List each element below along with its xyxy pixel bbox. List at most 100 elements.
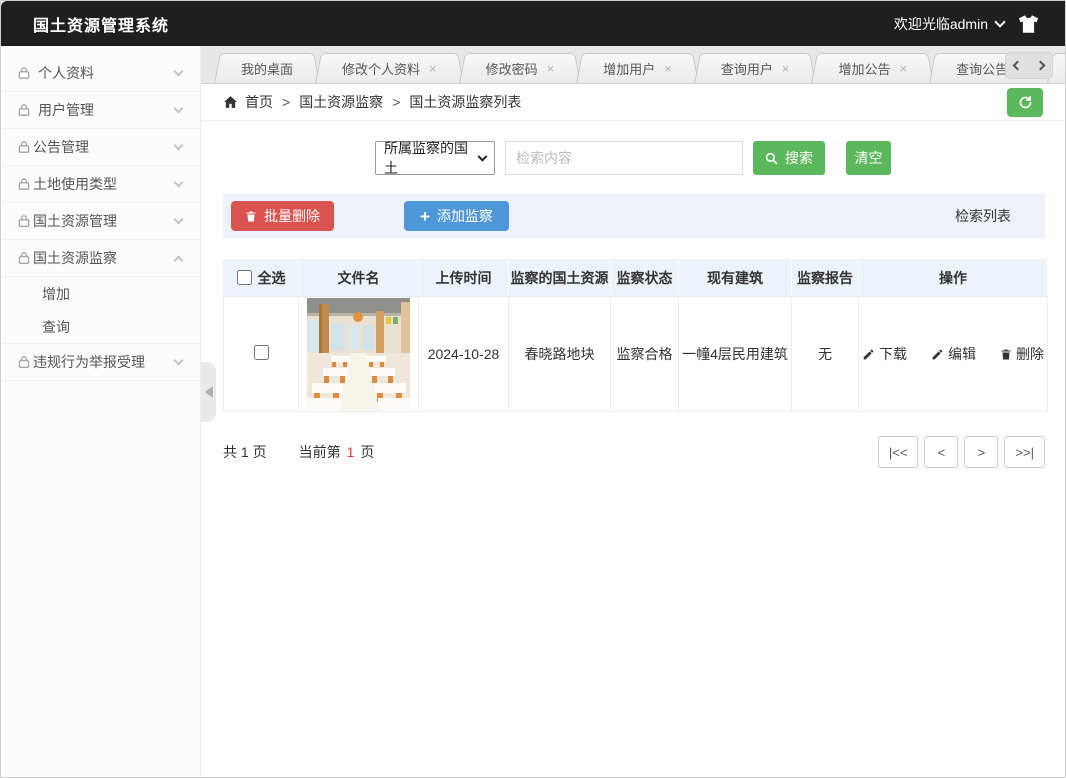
refresh-button[interactable]	[1007, 88, 1043, 117]
sidebar-item-label: 土地使用类型	[33, 174, 117, 194]
close-icon[interactable]: ×	[664, 62, 672, 75]
chevron-down-icon	[174, 214, 184, 224]
tab-scroll-right-icon[interactable]	[1036, 61, 1046, 71]
last-page-button[interactable]: >>|	[1004, 436, 1045, 468]
top-header: 国土资源管理系统 欢迎光临admin	[1, 1, 1065, 46]
tab-strip: 我的桌面 修改个人资料 × 修改密码 × 增加用户 × 查询用户 ×	[201, 46, 1065, 84]
search-icon	[765, 152, 778, 165]
current-page-prefix: 当前第	[299, 444, 341, 460]
search-button[interactable]: 搜索	[753, 141, 825, 175]
sidebar-item-announcements[interactable]: 公告管理	[1, 129, 200, 166]
row-checkbox[interactable]	[254, 345, 269, 360]
sidebar-subitem-add[interactable]: 增加	[1, 277, 200, 310]
total-pages-text: 共 1 页	[223, 442, 267, 462]
sidebar-item-land-use-type[interactable]: 土地使用类型	[1, 166, 200, 203]
tab-add-user[interactable]: 增加用户 ×	[586, 53, 689, 83]
welcome-text: 欢迎光临admin	[894, 14, 988, 34]
breadcrumb-level1[interactable]: 国土资源监察	[299, 92, 383, 112]
lock-icon	[17, 251, 31, 265]
clear-button-label: 清空	[855, 148, 883, 168]
main-content: 我的桌面 修改个人资料 × 修改密码 × 增加用户 × 查询用户 ×	[201, 46, 1065, 777]
triangle-left-icon	[205, 386, 213, 398]
cell-resource: 春晓路地块	[509, 297, 611, 412]
chevron-down-icon	[174, 103, 184, 113]
sidebar-subitem-label: 查询	[42, 317, 70, 337]
select-all-checkbox[interactable]	[237, 270, 252, 285]
search-input[interactable]	[505, 141, 743, 175]
app-title: 国土资源管理系统	[33, 12, 169, 36]
breadcrumb-home[interactable]: 首页	[245, 92, 273, 112]
chevron-down-icon	[174, 66, 184, 76]
sidebar-item-users[interactable]: 用户管理	[1, 92, 200, 129]
data-table-container: 全选 文件名 上传时间 监察的国土资源 监察状态 现有建筑 监察报告 操作	[223, 258, 1045, 412]
batch-delete-button[interactable]: 批量删除	[231, 201, 334, 231]
home-icon	[223, 95, 238, 109]
selected-option: 所属监察的国土	[384, 138, 475, 178]
pagination: 共 1 页 当前第 1页 |<< < > >>|	[223, 436, 1045, 468]
sidebar-item-profile[interactable]: 个人资料	[1, 55, 200, 92]
add-supervision-button[interactable]: + 添加监察	[404, 201, 509, 231]
tab-label: 增加公告	[838, 59, 890, 78]
current-page-number: 1	[347, 444, 355, 460]
clear-button[interactable]: 清空	[846, 141, 891, 175]
tab-query-user[interactable]: 查询用户 ×	[704, 53, 807, 83]
lock-icon	[17, 66, 31, 80]
action-toolbar: 批量删除 + 添加监察 检索列表	[223, 194, 1045, 238]
tab-label: 修改个人资料	[342, 59, 420, 78]
tab-scroll-left-icon[interactable]	[1013, 61, 1023, 71]
download-link[interactable]: 下载	[862, 344, 907, 364]
lock-icon	[17, 140, 31, 154]
column-status: 监察状态	[611, 259, 679, 297]
edit-link[interactable]: 编辑	[931, 344, 976, 364]
sidebar-item-label: 公告管理	[33, 137, 89, 157]
sidebar-subitem-label: 增加	[42, 284, 70, 304]
tab-partial[interactable]	[1057, 53, 1065, 83]
next-page-button[interactable]: >	[964, 436, 998, 468]
breadcrumb-separator: >	[282, 94, 290, 110]
sidebar-item-label: 用户管理	[38, 100, 94, 120]
sidebar-item-land-resource-mgmt[interactable]: 国土资源管理	[1, 203, 200, 240]
trash-icon	[245, 210, 257, 223]
cell-thumbnail	[299, 297, 419, 412]
lock-icon	[17, 355, 31, 369]
refresh-icon	[1018, 95, 1033, 110]
column-header-label: 全选	[258, 268, 286, 288]
trash-icon	[1000, 348, 1012, 361]
sidebar-collapse-handle[interactable]	[201, 362, 216, 422]
tab-change-password[interactable]: 修改密码 ×	[469, 53, 572, 83]
sidebar-item-label: 国土资源监察	[33, 248, 117, 268]
tab-my-desktop[interactable]: 我的桌面	[224, 53, 310, 83]
sidebar-item-label: 违规行为举报受理	[33, 352, 145, 372]
tab-add-announcement[interactable]: 增加公告 ×	[821, 53, 924, 83]
sidebar-item-label: 个人资料	[38, 63, 94, 83]
user-menu[interactable]: 欢迎光临admin	[894, 14, 1004, 34]
first-page-button[interactable]: |<<	[878, 436, 919, 468]
chevron-down-icon	[174, 177, 184, 187]
search-category-select[interactable]: 所属监察的国土	[375, 141, 495, 175]
batch-delete-label: 批量删除	[264, 206, 320, 226]
sidebar-submenu: 增加 查询	[1, 277, 200, 344]
plus-icon: +	[420, 208, 430, 225]
close-icon[interactable]: ×	[429, 62, 437, 75]
column-select-all: 全选	[224, 259, 299, 297]
column-report: 监察报告	[792, 259, 859, 297]
sidebar-item-violation-reports[interactable]: 违规行为举报受理	[1, 344, 200, 381]
column-filename: 文件名	[299, 259, 419, 297]
breadcrumb-level2[interactable]: 国土资源监察列表	[409, 92, 521, 112]
sidebar-subitem-query[interactable]: 查询	[1, 310, 200, 343]
tab-edit-profile[interactable]: 修改个人资料 ×	[325, 53, 454, 83]
add-supervision-label: 添加监察	[437, 206, 493, 226]
close-icon[interactable]: ×	[547, 62, 555, 75]
cell-report: 无	[792, 297, 859, 412]
close-icon[interactable]: ×	[899, 62, 907, 75]
app-window: 国土资源管理系统 欢迎光临admin 个人资料 用户管理	[0, 0, 1066, 778]
tshirt-icon[interactable]	[1018, 15, 1039, 33]
breadcrumb: 首页 > 国土资源监察 > 国土资源监察列表	[201, 84, 1065, 121]
sidebar-item-land-supervision[interactable]: 国土资源监察	[1, 240, 200, 277]
close-icon[interactable]: ×	[782, 62, 790, 75]
data-table: 全选 文件名 上传时间 监察的国土资源 监察状态 现有建筑 监察报告 操作	[223, 258, 1048, 412]
table-header-row: 全选 文件名 上传时间 监察的国土资源 监察状态 现有建筑 监察报告 操作	[224, 259, 1048, 297]
current-page-suffix: 页	[360, 444, 374, 460]
delete-link[interactable]: 删除	[1000, 344, 1044, 364]
prev-page-button[interactable]: <	[924, 436, 958, 468]
